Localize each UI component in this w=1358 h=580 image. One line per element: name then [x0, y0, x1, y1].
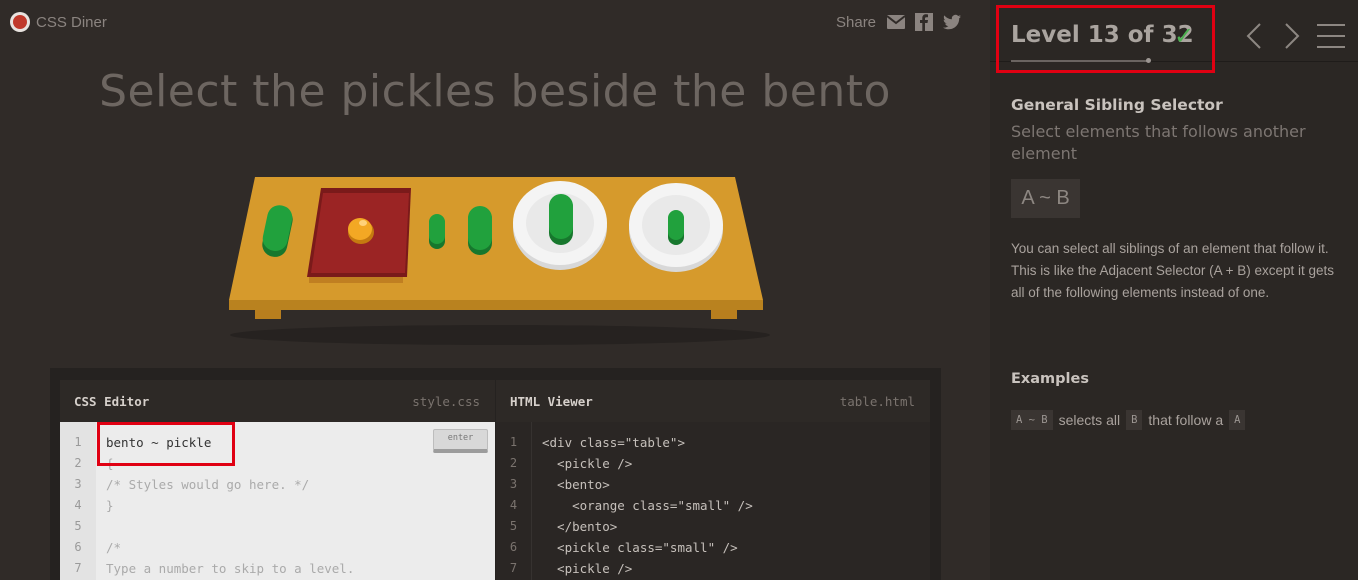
line-number: 3 — [74, 477, 82, 491]
level-indicator[interactable]: Level 13 of 32 — [1011, 22, 1194, 48]
html-viewer-header: HTML Viewer table.html — [496, 380, 930, 422]
plate-1 — [513, 181, 607, 270]
line-number: 3 — [509, 477, 518, 491]
level-header: Level 13 of 32 ✓ — [990, 0, 1358, 63]
share-bar: Share — [836, 12, 962, 32]
example-text: that follow a — [1148, 412, 1224, 428]
html-viewer-filename: table.html — [839, 393, 915, 409]
previous-level-button[interactable] — [1245, 22, 1263, 50]
line-number: 7 — [509, 561, 518, 575]
css-editor-filename: style.css — [412, 393, 480, 409]
line-number: 5 — [74, 519, 82, 533]
mail-icon[interactable] — [886, 12, 906, 32]
plate-2 — [629, 183, 723, 272]
html-line[interactable]: <bento> — [542, 474, 920, 495]
code-line: /* Styles would go here. */ — [106, 477, 310, 492]
line-number: 4 — [74, 498, 82, 512]
example: A ~ B selects all B that follow a A — [1011, 410, 1246, 430]
html-line-numbers: 1 2 3 4 5 6 7 — [496, 422, 532, 580]
css-editor-header: CSS Editor style.css — [60, 380, 495, 422]
app-name: CSS Diner — [36, 13, 107, 31]
html-line[interactable]: <pickle /> — [542, 558, 920, 579]
code-line: /* — [106, 540, 122, 555]
dinner-table — [229, 177, 770, 345]
line-number: 6 — [509, 540, 518, 554]
html-viewer-body: 1 2 3 4 5 6 7 <div class="table"> <pickl… — [496, 422, 930, 580]
pickle-small — [429, 214, 445, 249]
level-instruction: Select the pickles beside the bento — [99, 66, 891, 117]
line-number: 1 — [509, 435, 518, 449]
css-selector-input[interactable] — [106, 432, 426, 453]
logo[interactable]: CSS Diner — [10, 12, 107, 32]
selector-title: Select elements that follows another ele… — [1011, 122, 1306, 163]
code-line: } — [106, 498, 114, 513]
sidebar: Level 13 of 32 ✓ General Sibling Selecto… — [990, 0, 1358, 580]
share-label: Share — [836, 13, 877, 31]
progress-marker — [1146, 58, 1151, 63]
enter-button[interactable]: enter — [433, 429, 488, 453]
line-number: 6 — [74, 540, 82, 554]
css-editor: CSS Editor style.css 1 2 3 4 5 6 7 { /* … — [60, 380, 495, 580]
example-text: selects all — [1058, 412, 1121, 428]
logo-icon — [10, 12, 30, 32]
html-line[interactable]: <pickle class="small" /> — [542, 537, 920, 558]
facebook-icon[interactable] — [914, 12, 934, 32]
selector-hint: You can select all siblings of an elemen… — [1011, 241, 1335, 300]
line-number: 4 — [509, 498, 518, 512]
game-area: CSS Diner Share Select the pickles besid… — [0, 0, 990, 580]
html-line[interactable]: </bento> — [542, 516, 920, 537]
bento — [307, 188, 411, 283]
css-editor-title: CSS Editor — [74, 393, 150, 409]
level-progress-bar — [1011, 60, 1149, 62]
line-number: 2 — [509, 456, 518, 470]
examples-title: Examples — [1011, 371, 1089, 387]
example-code: B — [1126, 410, 1143, 430]
html-code: <div class="table"> <pickle /> <bento> <… — [542, 432, 920, 579]
html-viewer: HTML Viewer table.html 1 2 3 4 5 6 7 <di… — [496, 380, 930, 580]
html-line[interactable]: <pickle /> — [542, 453, 920, 474]
twitter-icon[interactable] — [942, 12, 962, 32]
next-level-button[interactable] — [1283, 22, 1301, 50]
example-code: A ~ B — [1011, 410, 1053, 430]
html-line[interactable]: <div class="table"> — [542, 432, 920, 453]
example-code: A — [1229, 410, 1246, 430]
code-line: Type a number to skip to a level. — [106, 561, 355, 576]
css-code: { /* Styles would go here. */ } /* Type … — [106, 432, 485, 579]
css-line-numbers: 1 2 3 4 5 6 7 — [60, 422, 96, 580]
selector-name: General Sibling Selector — [1011, 96, 1223, 114]
checkmark-icon: ✓ — [1174, 22, 1195, 50]
code-line: { — [106, 456, 114, 471]
html-viewer-title: HTML Viewer — [510, 393, 593, 409]
line-number: 7 — [74, 561, 82, 575]
html-line[interactable]: <orange class="small" /> — [542, 495, 920, 516]
menu-icon[interactable] — [1317, 24, 1345, 48]
css-editor-body: 1 2 3 4 5 6 7 { /* Styles would go here.… — [60, 422, 495, 580]
line-number: 5 — [509, 519, 518, 533]
selector-syntax: A ~ B — [1011, 179, 1080, 218]
line-number: 2 — [74, 456, 82, 470]
pickle-3 — [468, 206, 492, 255]
line-number: 1 — [74, 435, 82, 449]
editor-panel: CSS Editor style.css 1 2 3 4 5 6 7 { /* … — [50, 368, 941, 580]
